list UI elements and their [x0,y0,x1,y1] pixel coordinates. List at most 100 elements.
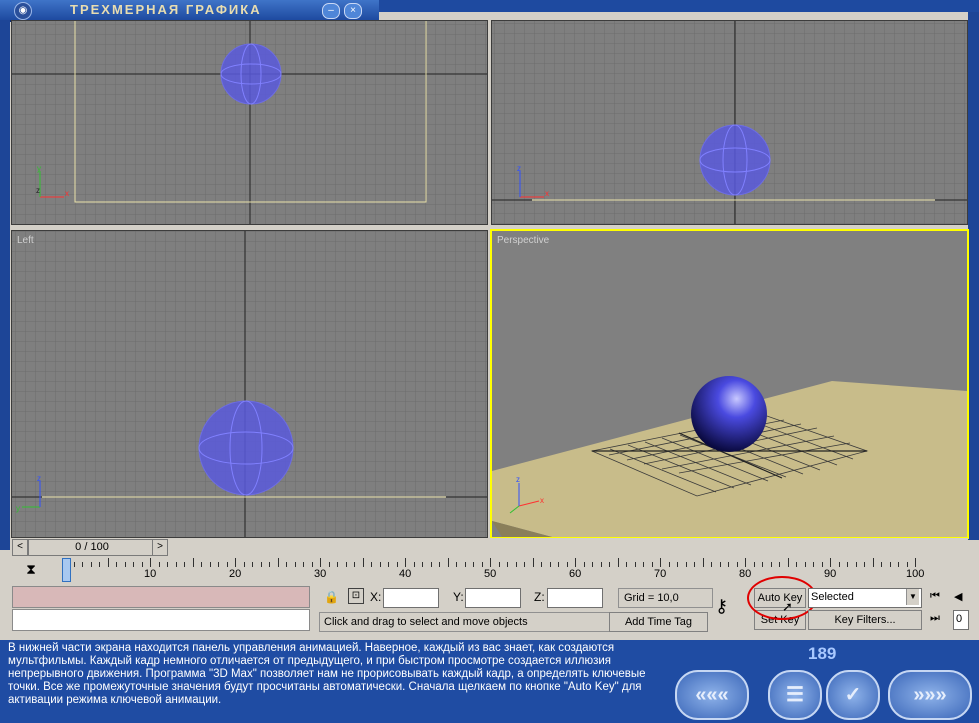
timeline-tick [762,562,763,567]
chevron-right-icon[interactable]: > [152,539,168,556]
timeline-tick [677,562,678,567]
timeline-tick [99,562,100,567]
timeline-config-icon[interactable]: ⧗ [22,560,40,578]
viewport-perspective-scene: x z [492,231,967,537]
viewport-left[interactable]: y z Left [11,230,488,538]
timeline-tick [745,558,746,567]
time-slider-thumb[interactable]: 0 / 100 [28,539,156,556]
key-icon[interactable]: ⚷ [715,596,728,617]
forward-button[interactable]: »»» [888,670,972,720]
timeline-tick [507,562,508,567]
timeline-tick [396,562,398,567]
globe-icon[interactable]: ◉ [14,2,32,20]
check-button[interactable]: ✓ [826,670,880,720]
timeline-tick [881,562,882,567]
time-marker[interactable] [62,558,71,582]
viewport-top[interactable]: z x y [11,20,488,225]
timeline-tick [711,562,712,567]
timeline-tick [116,562,117,567]
timeline-tick [235,558,236,567]
timeline-tick [864,562,865,567]
timeline-tick [515,562,517,567]
svg-text:z: z [36,186,40,195]
minimize-icon[interactable]: – [322,3,340,19]
timeline-tick [779,562,780,567]
timeline-tick [107,558,109,567]
viewport-front-grid: x z [492,21,967,224]
status-bar: 🔒 ⊡ X: Y: Z: Grid = 10,0 Click and drag … [12,576,969,634]
timeline-tick [252,562,253,567]
timeline-tick [413,562,415,567]
x-coordinate-field[interactable] [383,588,439,608]
svg-text:y: y [37,164,41,173]
y-label: Y: [453,590,464,604]
y-coordinate-field[interactable] [465,588,521,608]
timeline-tick [728,562,729,567]
z-label: Z: [534,590,545,604]
absolute-mode-icon[interactable]: ⊡ [348,588,364,604]
add-time-tag-button[interactable]: Add Time Tag [609,612,708,632]
track-bar[interactable]: ⧗ 0102030405060708090100 [12,556,968,584]
chevron-left-icon[interactable]: < [12,539,28,556]
timeline-tick [787,558,789,567]
timeline-tick [175,562,177,567]
time-slider[interactable]: < 0 / 100 > [12,538,968,556]
key-mode-icon[interactable]: ⏭ [930,612,940,625]
timeline-tick [73,562,75,567]
viewport-perspective[interactable]: x z Perspective [490,229,969,539]
current-frame-field[interactable]: 0 [953,610,969,630]
timeline-tick [209,562,211,567]
timeline-tick [430,562,432,567]
timeline-tick [830,558,831,567]
viewport-front[interactable]: x z [491,20,968,225]
timeline-tick [133,562,134,567]
svg-text:x: x [65,189,69,198]
timeline-tick-label: 50 [484,568,497,580]
timeline-tick-label: 100 [906,568,925,580]
timeline-tick [872,558,874,567]
timeline-tick [609,562,610,567]
timeline-tick-label: 10 [144,568,157,580]
viewport-top-grid: z x y [12,21,487,224]
z-coordinate-field[interactable] [547,588,603,608]
page-number: 189 [808,644,837,663]
timeline-tick [838,562,840,567]
timeline-tick [481,562,483,567]
timeline-tick [303,562,304,567]
timeline-tick [855,562,857,567]
timeline-tick-label: 60 [569,568,582,580]
go-to-start-icon[interactable]: ⏮ [930,590,940,603]
timeline-tick [906,562,908,567]
timeline-tick [753,562,755,567]
timeline-tick [141,562,143,567]
timeline-tick [821,562,823,567]
timeline-tick [915,558,916,567]
rewind-button[interactable]: ««« [675,670,749,720]
timeline-tick [371,562,372,567]
maxscript-listener[interactable] [12,586,310,608]
timeline-tick [439,562,440,567]
lesson-description: В нижней части экрана находится панель у… [8,642,646,706]
timeline-tick [549,562,551,567]
timeline-tick [617,558,619,567]
timeline-tick [456,562,457,567]
timeline-tick [90,562,92,567]
chevron-down-icon[interactable]: ▼ [906,589,919,605]
key-filters-button[interactable]: Key Filters... [808,610,922,630]
lock-icon[interactable]: 🔒 [324,590,339,604]
timeline-tick [592,562,593,567]
menu-button[interactable]: ☰ [768,670,822,720]
prev-frame-icon[interactable]: ◀ [954,590,962,603]
timeline-tick [226,562,228,567]
timeline-tick [694,562,695,567]
title-bar: ◉ ТРЕХМЕРНАЯ ГРАФИКА – × [0,0,379,22]
prompt-line[interactable] [12,609,310,631]
timeline-tick [158,562,160,567]
timeline-tick [447,558,449,567]
timeline-tick [847,562,848,567]
timeline-tick [218,562,219,567]
close-icon[interactable]: × [344,3,362,19]
timeline-tick [405,558,406,567]
timeline-tick [184,562,185,567]
key-mode-select[interactable]: Selected [808,588,922,608]
